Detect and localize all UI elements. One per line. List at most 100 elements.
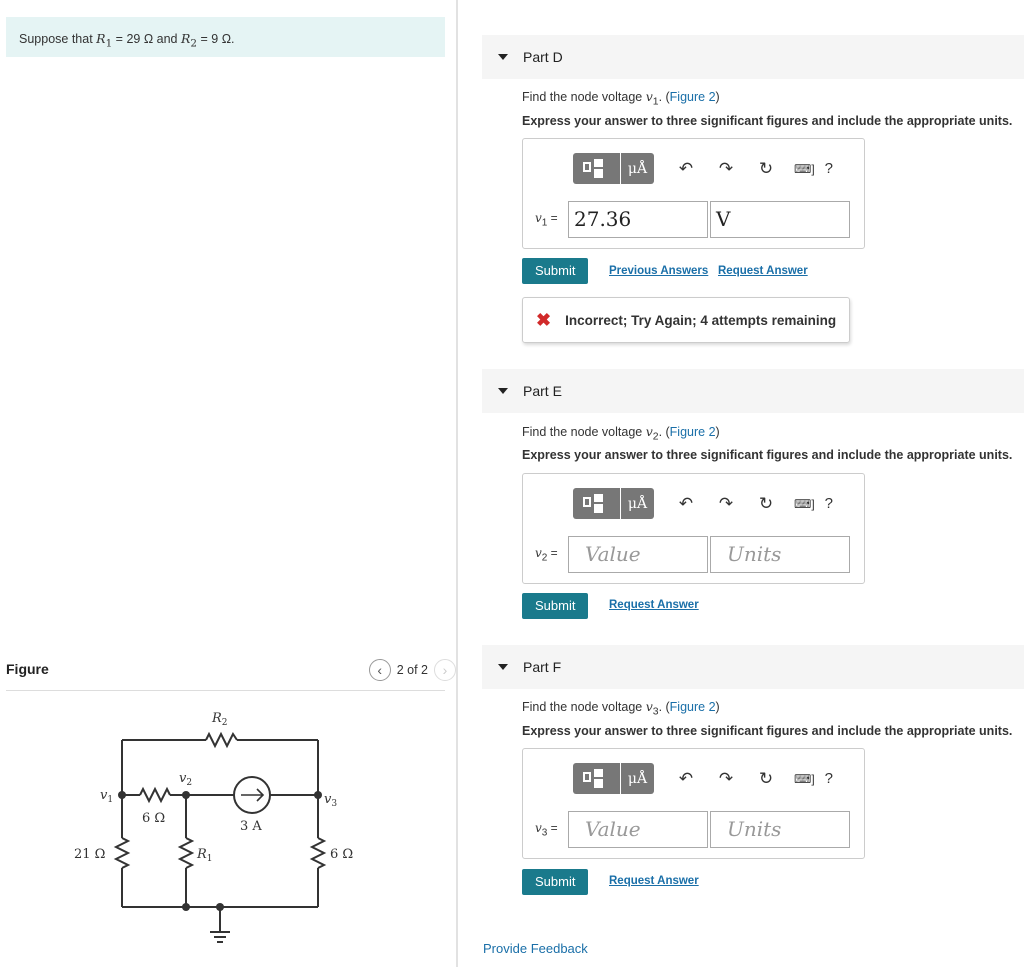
node-ground [216, 903, 224, 911]
part-f-header[interactable]: Part F [482, 645, 1024, 689]
problem-statement: Suppose that R1 = 29 Ω and R2 = 9 Ω. [6, 17, 445, 57]
circuit-diagram: R2 v1 v2 v3 6 Ω 3 A 21 Ω R1 6 Ω [74, 711, 353, 943]
problem-period: . [231, 32, 235, 46]
feedback-text: Incorrect; Try Again; 4 attempts remaini… [565, 312, 837, 328]
chevron-right-icon[interactable]: › [434, 659, 456, 681]
part-d-units-input[interactable]: V [710, 201, 850, 238]
part-d-header[interactable]: Part D [482, 35, 1024, 79]
figure-title: Figure [6, 661, 49, 677]
part-e-var-label: v2 = [535, 546, 558, 563]
part-d-title: Part D [523, 49, 563, 65]
redo-icon[interactable]: ↷ [716, 159, 736, 179]
redo-icon[interactable]: ↷ [716, 494, 736, 514]
templates-button[interactable] [573, 763, 620, 794]
node-v2 [182, 791, 190, 799]
var-letter: v [535, 546, 542, 560]
part-e-request-answer-link[interactable]: Request Answer [609, 599, 699, 611]
part-e-title: Part E [523, 383, 562, 399]
keyboard-icon[interactable]: ⌨] [794, 772, 815, 786]
part-f-value-input[interactable]: Value [568, 811, 708, 848]
r1-symbol: R [96, 31, 106, 46]
math-toolbar: μÅ ↶ ↷ ↻ ⌨] ? [573, 153, 833, 184]
chevron-left-icon[interactable]: ‹ [368, 659, 391, 681]
part-f-answer-box: μÅ ↶ ↷ ↻ ⌨] ? v3 = Value Units [522, 748, 865, 859]
redo-icon[interactable]: ↷ [716, 769, 736, 789]
x-icon: ✖ [536, 309, 552, 330]
part-e-answer-box: μÅ ↶ ↷ ↻ ⌨] ? v2 = Value Units [522, 473, 865, 584]
part-d-answer-box: μÅ ↶ ↷ ↻ ⌨] ? v1 = 27.36 V [522, 138, 865, 249]
math-toolbar: μÅ ↶ ↷ ↻ ⌨] ? [573, 763, 833, 794]
units-button[interactable]: μÅ [621, 763, 654, 794]
keyboard-icon[interactable]: ⌨] [794, 497, 815, 511]
r1-value: = 29 Ω [112, 32, 154, 46]
resistor-r1 [177, 837, 195, 869]
problem-and: and [153, 32, 181, 46]
column-divider [456, 0, 458, 967]
var-letter: v [535, 821, 542, 835]
left-panel: Suppose that R1 = 29 Ω and R2 = 9 Ω. Fig… [0, 0, 456, 967]
label-v3: v3 [324, 792, 337, 809]
part-e-units-input[interactable]: Units [710, 536, 850, 573]
help-button[interactable]: ? [825, 160, 833, 177]
question-suffix: ) [715, 90, 720, 104]
part-f-var-label: v3 = [535, 821, 558, 838]
label-v1: v1 [100, 788, 113, 805]
part-f-instructions: Express your answer to three significant… [522, 724, 1013, 738]
help-button[interactable]: ? [825, 770, 833, 787]
part-f-submit-button[interactable]: Submit [522, 869, 589, 895]
units-button[interactable]: μÅ [621, 488, 654, 519]
part-e-submit-button[interactable]: Submit [522, 593, 589, 619]
undo-icon[interactable]: ↶ [676, 494, 696, 514]
part-d-request-answer-link[interactable]: Request Answer [718, 265, 808, 277]
part-d-submit-button[interactable]: Submit [522, 258, 589, 284]
undo-icon[interactable]: ↶ [676, 159, 696, 179]
right-panel: Part D Find the node voltage v1. (Figure… [466, 0, 1024, 967]
question-mid: . ( [658, 700, 670, 714]
part-f-request-answer-link[interactable]: Request Answer [609, 875, 699, 887]
question-text: Find the node voltage [522, 90, 646, 104]
math-toolbar: μÅ ↶ ↷ ↻ ⌨] ? [573, 488, 833, 519]
part-e-header[interactable]: Part E [482, 369, 1024, 413]
question-var: v [645, 89, 653, 104]
keyboard-icon[interactable]: ⌨] [794, 162, 815, 176]
var-equals: = [547, 821, 558, 835]
reset-icon[interactable]: ↻ [756, 159, 776, 179]
label-3a: 3 A [240, 819, 262, 834]
reset-icon[interactable]: ↻ [756, 769, 776, 789]
resistor-21ohm [113, 837, 131, 869]
var-equals: = [547, 546, 558, 560]
part-f-title: Part F [523, 659, 562, 675]
label-r2: R2 [211, 711, 228, 728]
help-button[interactable]: ? [825, 495, 833, 512]
question-var: v [645, 699, 653, 714]
figure-link[interactable]: Figure 2 [670, 425, 716, 439]
reset-icon[interactable]: ↻ [756, 494, 776, 514]
var-letter: v [535, 211, 542, 225]
figure-divider [6, 690, 445, 691]
question-mid: . ( [658, 425, 670, 439]
provide-feedback-link[interactable]: Provide Feedback [483, 941, 588, 956]
question-text: Find the node voltage [522, 700, 646, 714]
part-f-units-input[interactable]: Units [710, 811, 850, 848]
part-d-var-label: v1 = [535, 211, 558, 228]
units-button[interactable]: μÅ [621, 153, 654, 184]
resistor-6ohm-top [139, 786, 171, 804]
question-mid: . ( [658, 90, 670, 104]
figure-nav: ‹ 2 of 2 › [368, 659, 456, 681]
templates-button[interactable] [573, 488, 620, 519]
part-d-value-input[interactable]: 27.36 [568, 201, 708, 238]
part-e-instructions: Express your answer to three significant… [522, 448, 1013, 462]
node-bottom-r1 [182, 903, 190, 911]
figure-link[interactable]: Figure 2 [670, 700, 716, 714]
question-suffix: ) [715, 425, 720, 439]
previous-answers-link[interactable]: Previous Answers [609, 265, 708, 277]
node-v3 [314, 791, 322, 799]
part-e-value-input[interactable]: Value [568, 536, 708, 573]
label-6ohm-right: 6 Ω [330, 847, 353, 862]
undo-icon[interactable]: ↶ [676, 769, 696, 789]
caret-down-icon [498, 54, 508, 60]
templates-button[interactable] [573, 153, 620, 184]
figure-link[interactable]: Figure 2 [670, 90, 716, 104]
part-d-instructions: Express your answer to three significant… [522, 114, 1013, 128]
question-var: v [645, 424, 653, 439]
